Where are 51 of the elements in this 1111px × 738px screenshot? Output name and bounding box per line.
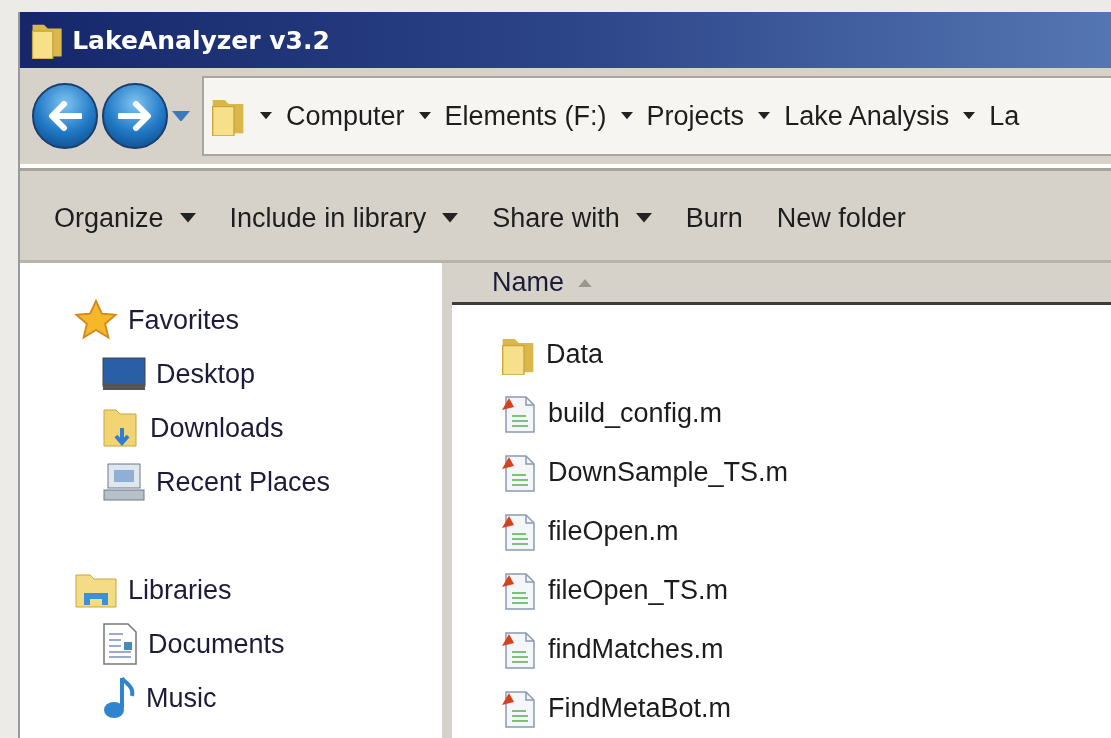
caret-icon (635, 213, 652, 223)
breadcrumb[interactable]: Projects (620, 100, 745, 132)
music-note-icon (102, 676, 136, 720)
m-file-icon (500, 393, 538, 434)
m-file-icon (500, 688, 538, 729)
m-file-icon (500, 452, 538, 493)
toolbar-button[interactable]: Include in library (229, 202, 459, 234)
window-title: LakeAnalyzer v3.2 (72, 25, 330, 55)
nav-item[interactable]: Music (20, 671, 442, 725)
address-bar[interactable]: Computer Elements (F:) Projects Lake Analysis La (202, 76, 1111, 156)
nav-group-header[interactable]: Libraries (20, 563, 442, 617)
breadcrumb[interactable]: La (963, 100, 1020, 132)
star-icon (74, 299, 118, 341)
file-item[interactable]: fileOpen.m (452, 502, 1111, 561)
column-header[interactable]: Name (492, 267, 565, 298)
back-arrow-icon (48, 101, 82, 131)
m-file-icon (500, 629, 538, 670)
history-dropdown-icon (172, 110, 190, 122)
caret-icon (418, 112, 431, 120)
desktop-icon (102, 357, 146, 391)
folder-download-icon (102, 406, 140, 450)
caret-icon (758, 112, 771, 120)
caret-icon (620, 112, 633, 120)
nav-item[interactable]: Recent Places (20, 455, 442, 509)
nav-item[interactable]: Desktop (20, 347, 442, 401)
caret-icon (963, 112, 976, 120)
library-folder-icon (74, 571, 118, 609)
file-item[interactable]: Data (452, 325, 1111, 384)
nav-item[interactable]: Documents (20, 617, 442, 671)
document-icon (102, 622, 138, 666)
file-item[interactable]: DownSample_TS.m (452, 443, 1111, 502)
file-item[interactable]: build_config.m (452, 384, 1111, 443)
caret-icon (179, 213, 196, 223)
breadcrumb[interactable]: Lake Analysis (758, 100, 950, 132)
toolbar-button[interactable]: Share with (492, 202, 652, 234)
file-item[interactable]: FindMetaBot.m (452, 679, 1111, 738)
nav-group-header[interactable]: Favorites (20, 293, 442, 347)
m-file-icon (500, 570, 538, 611)
m-file-icon (500, 511, 538, 552)
breadcrumb[interactable]: Computer (260, 100, 405, 132)
caret-icon (442, 213, 459, 223)
file-item[interactable]: fileOpen_TS.m (452, 561, 1111, 620)
toolbar-button[interactable]: Burn (685, 202, 743, 234)
forward-arrow-icon (118, 101, 152, 131)
caret-icon (260, 112, 272, 120)
recent-places-icon (102, 462, 146, 502)
toolbar-button[interactable]: New folder (776, 202, 906, 234)
file-item[interactable]: findMatches.m (452, 620, 1111, 679)
breadcrumb[interactable]: Elements (F:) (418, 100, 607, 132)
nav-item[interactable]: Downloads (20, 401, 442, 455)
toolbar-button[interactable]: Organize (54, 202, 196, 234)
